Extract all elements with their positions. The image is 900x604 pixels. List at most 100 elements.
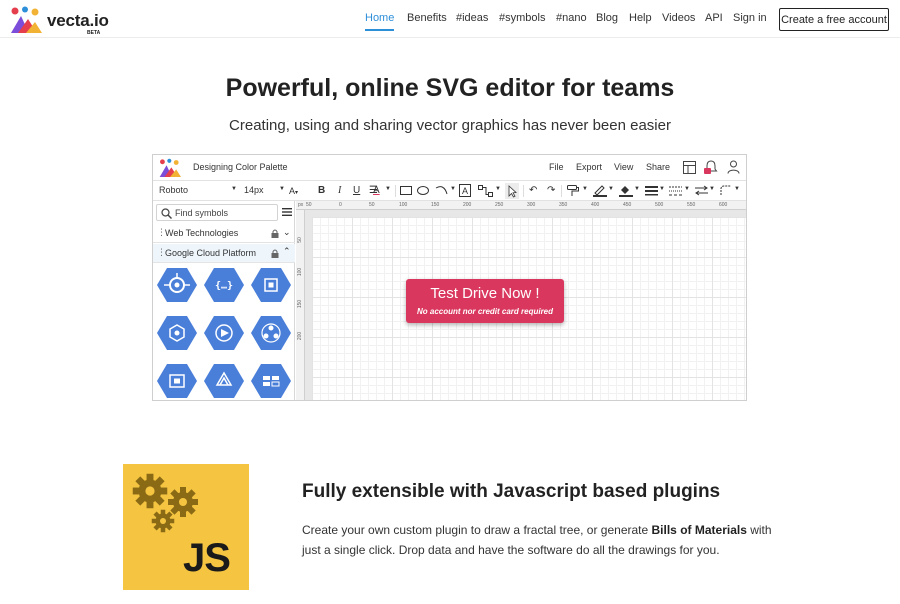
ruler-tick: 500 [655,202,664,208]
find-symbols-placeholder: Find symbols [175,208,229,218]
italic-icon[interactable]: I [338,185,341,197]
corner-style-icon[interactable] [720,185,732,196]
compute-engine-icon[interactable] [157,268,197,302]
fill-color-icon[interactable] [619,184,633,197]
curve-tool-icon[interactable] [435,185,449,196]
vertical-ruler: 50 100 150 200 [296,210,305,400]
font-size-select[interactable]: 14px [244,185,264,195]
brand-logo[interactable]: vecta.io BETA [10,6,109,36]
nav-blog[interactable]: Blog [596,12,618,24]
document-title[interactable]: Designing Color Palette [193,162,288,172]
hero-subtitle: Creating, using and sharing vector graph… [229,117,671,134]
hero-title: Powerful, online SVG editor for teams [225,74,675,102]
font-family-caret-icon[interactable]: ▼ [231,186,237,192]
editor-title-bar: Designing Color Palette File Export View… [153,155,746,181]
format-painter-icon[interactable] [566,184,580,197]
corner-style-caret-icon[interactable]: ▼ [734,186,740,192]
nav-api[interactable]: API [705,12,723,24]
find-symbols-input[interactable]: Find symbols [156,204,278,221]
layout-icon[interactable] [683,161,696,174]
line-weight-caret-icon[interactable]: ▼ [659,186,665,192]
undo-icon[interactable]: ↶ [529,185,537,197]
category-google-cloud-platform[interactable]: ⋮ Google Cloud Platform ⌃ [153,244,295,263]
app-engine-icon[interactable] [204,316,244,350]
arrow-style-icon[interactable] [695,185,708,196]
redo-icon[interactable]: ↷ [547,185,555,197]
ruler-tick: 550 [687,202,696,208]
cloud-dataflow-icon[interactable] [204,364,244,398]
rectangle-tool-icon[interactable] [400,185,412,196]
connector-tool-icon[interactable] [478,185,494,197]
ruler-tick: 100 [399,202,408,208]
underline-icon[interactable]: U [353,185,360,197]
nav-symbols[interactable]: #symbols [499,12,545,24]
nav-home[interactable]: Home [365,12,395,31]
arrow-style-caret-icon[interactable]: ▼ [709,186,715,192]
curve-tool-caret-icon[interactable]: ▼ [450,186,456,192]
chevron-up-icon[interactable]: ⌃ [283,246,291,257]
menu-view[interactable]: View [614,162,633,172]
create-account-button[interactable]: Create a free account [779,8,889,31]
feature-text: Create your own custom plugin to draw a … [302,523,652,537]
nav-nano[interactable]: #nano [556,12,587,24]
app-logo-icon [159,158,181,177]
select-pointer-icon[interactable] [505,183,519,199]
test-drive-subtitle: No account nor credit card required [416,307,554,316]
nav-benefits[interactable]: Benefits [407,12,447,24]
bold-icon[interactable]: B [318,185,325,197]
ruler-tick: 0 [339,202,342,208]
ellipse-tool-icon[interactable] [417,185,429,196]
line-dash-caret-icon[interactable]: ▼ [684,186,690,192]
ruler-tick: 100 [297,267,304,277]
font-color-icon[interactable]: A [373,185,380,197]
menu-export[interactable]: Export [576,162,602,172]
cloud-endpoints-icon[interactable]: {…} [204,268,244,302]
connector-caret-icon[interactable]: ▼ [495,186,501,192]
test-drive-title: Test Drive Now ! [430,285,540,302]
format-painter-caret-icon[interactable]: ▼ [582,186,588,192]
line-weight-icon[interactable] [645,185,658,196]
ruler-unit: px [298,202,304,208]
test-drive-button[interactable]: Test Drive Now ! No account nor credit c… [406,279,564,323]
gcp-symbol-grid: {…} [157,268,291,398]
hamburger-menu-icon[interactable] [282,207,292,217]
cloud-functions-icon[interactable] [157,316,197,350]
ruler-tick: 450 [623,202,632,208]
toolbar-divider [523,185,524,197]
toolbar-divider [561,185,562,197]
toolbar-divider [395,185,396,197]
nav-videos[interactable]: Videos [662,12,695,24]
ruler-tick: 50 [296,237,303,243]
stroke-color-icon[interactable] [593,184,607,197]
cloud-ml-icon[interactable] [251,316,291,350]
line-dash-icon[interactable] [669,185,682,196]
stroke-color-caret-icon[interactable]: ▼ [608,186,614,192]
font-color-caret-icon[interactable]: ▼ [385,186,391,192]
feature-highlight: Bills of Materials [651,523,747,537]
font-size-caret-icon[interactable]: ▼ [279,186,285,192]
cloud-tpu-icon[interactable] [251,268,291,302]
text-tool-icon[interactable]: A [459,184,471,197]
feature-title: Fully extensible with Javascript based p… [302,481,721,502]
search-icon [161,208,172,219]
gpu-icon[interactable] [157,364,197,398]
fill-color-caret-icon[interactable]: ▼ [634,186,640,192]
ruler-tick: 150 [297,299,304,309]
ruler-tick: 300 [527,202,536,208]
menu-share[interactable]: Share [646,162,670,172]
nav-ideas[interactable]: #ideas [456,12,488,24]
nav-help[interactable]: Help [629,12,652,24]
ruler-tick: 400 [591,202,600,208]
font-family-select[interactable]: Roboto [159,185,188,195]
user-account-icon[interactable] [727,160,740,174]
category-web-technologies[interactable]: ⋮ Web Technologies ⌄ [153,224,295,243]
notifications-bell-icon[interactable] [704,160,718,175]
menu-file[interactable]: File [549,162,564,172]
beta-badge: BETA [87,30,101,36]
chevron-down-icon[interactable]: ⌄ [283,227,291,238]
top-navigation: vecta.io BETA Home Benefits #ideas #symb… [0,0,900,38]
container-builder-icon[interactable] [251,364,291,398]
nav-sign-in[interactable]: Sign in [733,12,767,24]
text-case-icon[interactable]: A▾ [289,185,298,199]
feature-description: Create your own custom plugin to draw a … [302,520,782,560]
